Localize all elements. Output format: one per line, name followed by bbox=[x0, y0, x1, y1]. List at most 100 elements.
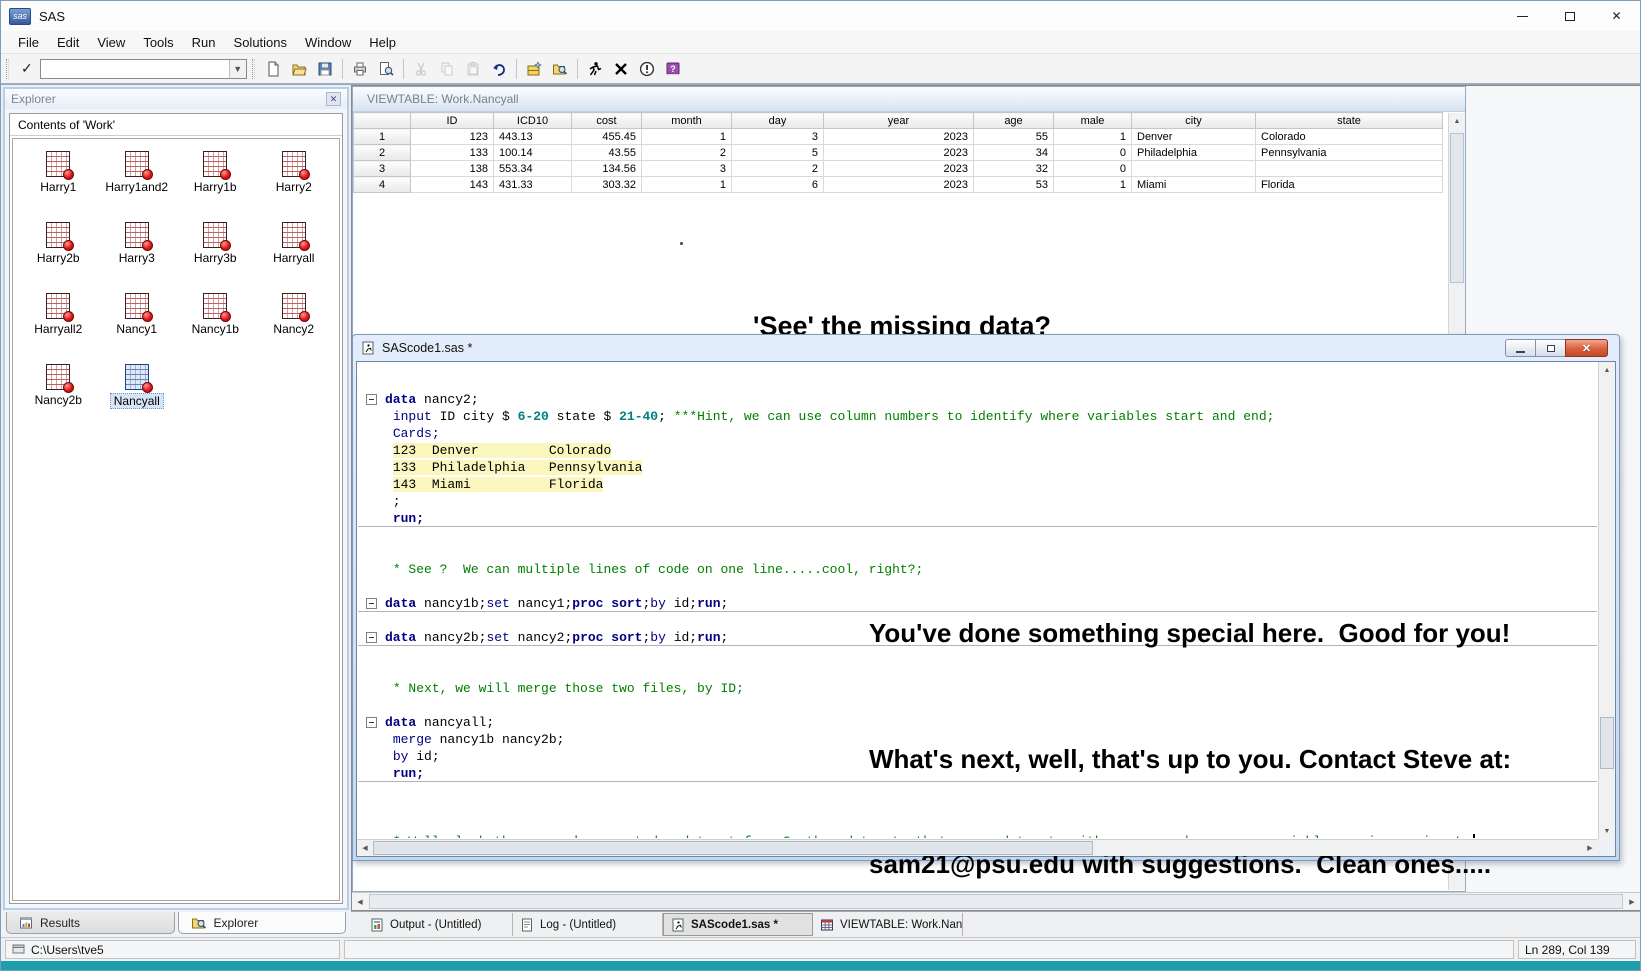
save-button[interactable] bbox=[312, 57, 338, 81]
data-cell[interactable] bbox=[1132, 161, 1256, 177]
undo-button[interactable] bbox=[486, 57, 512, 81]
data-cell[interactable]: 1 bbox=[642, 129, 732, 145]
new-document-button[interactable] bbox=[260, 57, 286, 81]
explorer-close-button[interactable]: ✕ bbox=[326, 92, 341, 106]
work-library-listview[interactable]: Harry1Harry1and2Harry1bHarry2Harry2bHarr… bbox=[12, 138, 340, 901]
menu-item-view[interactable]: View bbox=[88, 33, 134, 52]
data-cell[interactable]: Miami bbox=[1132, 177, 1256, 193]
dataset-item-harry2[interactable]: Harry2 bbox=[255, 147, 334, 218]
data-cell[interactable]: Florida bbox=[1256, 177, 1443, 193]
scroll-left-icon[interactable]: ◀ bbox=[357, 840, 373, 856]
window-button-output[interactable]: Output - (Untitled) bbox=[363, 913, 513, 936]
editor-vertical-scrollbar[interactable]: ▲ ▼ bbox=[1598, 362, 1615, 839]
menu-item-tools[interactable]: Tools bbox=[134, 33, 182, 52]
close-button[interactable]: ✕ bbox=[1565, 339, 1608, 357]
scrollbar-thumb[interactable] bbox=[1450, 133, 1464, 283]
print-button[interactable] bbox=[347, 57, 373, 81]
toolbar-grip[interactable] bbox=[252, 59, 255, 79]
dataset-item-harryall[interactable]: Harryall bbox=[255, 218, 334, 289]
data-cell[interactable]: 133 bbox=[411, 145, 494, 161]
data-cell[interactable]: 0 bbox=[1054, 145, 1132, 161]
window-button-viewtable[interactable]: VIEWTABLE: Work.Nanc... bbox=[813, 913, 963, 936]
menu-item-file[interactable]: File bbox=[9, 33, 48, 52]
data-cell[interactable]: 3 bbox=[732, 129, 824, 145]
command-bar[interactable]: ▼ bbox=[40, 59, 247, 79]
viewtable-titlebar[interactable]: VIEWTABLE: Work.Nancyall bbox=[353, 87, 1465, 112]
dataset-item-nancy1b[interactable]: Nancy1b bbox=[176, 289, 255, 360]
scroll-down-icon[interactable]: ▼ bbox=[1599, 823, 1615, 839]
data-cell[interactable]: 43.55 bbox=[572, 145, 642, 161]
menu-item-solutions[interactable]: Solutions bbox=[225, 33, 296, 52]
data-cell[interactable]: 53 bbox=[974, 177, 1054, 193]
data-cell[interactable]: 2023 bbox=[824, 177, 974, 193]
data-cell[interactable]: 431.33 bbox=[494, 177, 572, 193]
data-cell[interactable]: 100.14 bbox=[494, 145, 572, 161]
row-number-cell[interactable]: 1 bbox=[354, 129, 411, 145]
row-number-cell[interactable]: 4 bbox=[354, 177, 411, 193]
dataset-item-harryall2[interactable]: Harryall2 bbox=[19, 289, 98, 360]
print-preview-button[interactable] bbox=[373, 57, 399, 81]
data-cell[interactable]: 5 bbox=[732, 145, 824, 161]
column-header-ID[interactable]: ID bbox=[411, 113, 494, 129]
scroll-right-icon[interactable]: ▶ bbox=[1582, 840, 1598, 856]
data-cell[interactable]: 303.32 bbox=[572, 177, 642, 193]
scroll-up-icon[interactable]: ▲ bbox=[1449, 113, 1465, 129]
column-header-day[interactable]: day bbox=[732, 113, 824, 129]
minimize-button[interactable] bbox=[1505, 339, 1536, 357]
column-header-cost[interactable]: cost bbox=[572, 113, 642, 129]
scrollbar-thumb[interactable] bbox=[369, 894, 1623, 909]
data-cell[interactable]: 123 bbox=[411, 129, 494, 145]
menu-item-edit[interactable]: Edit bbox=[48, 33, 88, 52]
data-cell[interactable]: 55 bbox=[974, 129, 1054, 145]
data-cell[interactable]: Pennsylvania bbox=[1256, 145, 1443, 161]
copy-button[interactable] bbox=[434, 57, 460, 81]
fold-toggle-icon[interactable] bbox=[366, 632, 377, 643]
minimize-button[interactable] bbox=[1499, 1, 1546, 31]
data-cell[interactable]: 2023 bbox=[824, 161, 974, 177]
data-cell[interactable]: 32 bbox=[974, 161, 1054, 177]
data-cell[interactable]: Philadelphia bbox=[1132, 145, 1256, 161]
data-cell[interactable]: 443.13 bbox=[494, 129, 572, 145]
explorer-button[interactable] bbox=[547, 57, 573, 81]
scroll-up-icon[interactable]: ▲ bbox=[1599, 362, 1615, 378]
tab-explorer[interactable]: Explorer bbox=[178, 912, 347, 934]
row-number-header[interactable] bbox=[354, 113, 411, 129]
scroll-right-icon[interactable]: ▶ bbox=[1624, 893, 1640, 910]
maximize-button[interactable] bbox=[1546, 1, 1593, 31]
data-cell[interactable]: Denver bbox=[1132, 129, 1256, 145]
data-cell[interactable]: 34 bbox=[974, 145, 1054, 161]
data-cell[interactable]: 3 bbox=[642, 161, 732, 177]
data-cell[interactable] bbox=[1256, 161, 1443, 177]
dataset-item-nancy2[interactable]: Nancy2 bbox=[255, 289, 334, 360]
break-button[interactable] bbox=[608, 57, 634, 81]
column-header-city[interactable]: city bbox=[1132, 113, 1256, 129]
data-cell[interactable]: 1 bbox=[1054, 177, 1132, 193]
row-number-cell[interactable]: 2 bbox=[354, 145, 411, 161]
data-cell[interactable]: 6 bbox=[732, 177, 824, 193]
data-cell[interactable]: Colorado bbox=[1256, 129, 1443, 145]
column-header-month[interactable]: month bbox=[642, 113, 732, 129]
toolbar-grip[interactable] bbox=[6, 59, 9, 79]
paste-button[interactable] bbox=[460, 57, 486, 81]
data-cell[interactable]: 138 bbox=[411, 161, 494, 177]
dataset-item-harry2b[interactable]: Harry2b bbox=[19, 218, 98, 289]
data-cell[interactable]: 455.45 bbox=[572, 129, 642, 145]
scrollbar-thumb[interactable] bbox=[373, 841, 1093, 855]
attention-button[interactable] bbox=[634, 57, 660, 81]
dataset-item-nancyall[interactable]: Nancyall bbox=[98, 360, 177, 431]
restore-button[interactable] bbox=[1535, 339, 1566, 357]
data-cell[interactable]: 2 bbox=[732, 161, 824, 177]
close-button[interactable]: ✕ bbox=[1593, 1, 1640, 31]
data-cell[interactable]: 2023 bbox=[824, 129, 974, 145]
cut-button[interactable] bbox=[408, 57, 434, 81]
fold-toggle-icon[interactable] bbox=[366, 598, 377, 609]
data-cell[interactable]: 1 bbox=[642, 177, 732, 193]
open-folder-button[interactable] bbox=[286, 57, 312, 81]
dataset-item-harry1and2[interactable]: Harry1and2 bbox=[98, 147, 177, 218]
scroll-left-icon[interactable]: ◀ bbox=[352, 893, 368, 910]
editor-horizontal-scrollbar[interactable]: ◀ ▶ bbox=[357, 839, 1598, 856]
data-cell[interactable]: 2023 bbox=[824, 145, 974, 161]
window-button-editor[interactable]: SAScode1.sas * bbox=[663, 913, 813, 936]
fold-toggle-icon[interactable] bbox=[366, 717, 377, 728]
data-cell[interactable]: 1 bbox=[1054, 129, 1132, 145]
